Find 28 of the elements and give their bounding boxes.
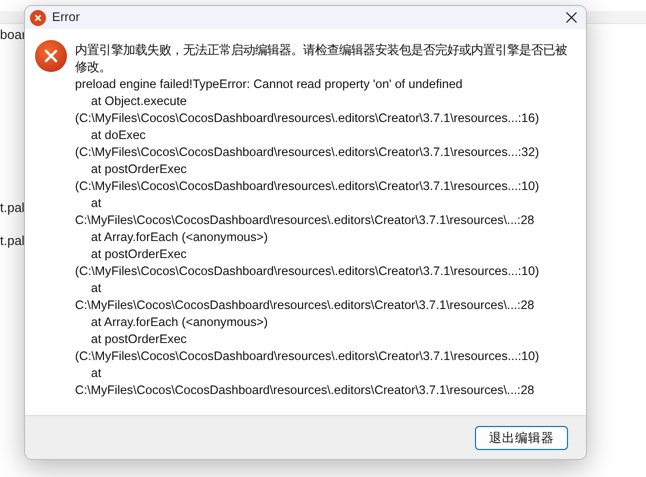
error-message: 内置引擎加载失败，无法正常启动编辑器。请检查编辑器安装包是否完好或内置引擎是否已被修改。 [75,42,568,76]
stack-trace-text: (C:\MyFiles\Cocos\CocosDashboard\resources\.editors\Creator\3.7.1\resources...:10) [75,263,540,280]
stack-trace-text: C:\MyFiles\Cocos\CocosDashboard\resources\.editors\Creator\3.7.1\resources\...:28 [75,382,536,399]
stack-trace-text: (C:\MyFiles\Cocos\CocosDashboard\resources\.editors\Creator\3.7.1\resources...:10) [75,348,540,365]
stack-frame-text: at [90,195,102,212]
background-text: t.pal [0,232,25,250]
stack-frame-text: at [90,280,102,297]
stack-frame-text: at Array.forEach (<anonymous>) [90,314,269,331]
stack-trace-text: C:\MyFiles\Cocos\CocosDashboard\resources\.editors\Creator\3.7.1\resources\...:28 [75,212,536,229]
stack-frame-text: at doExec [90,127,147,144]
exit-editor-button[interactable]: 退出编辑器 [475,426,568,450]
window-title: Error [52,9,80,26]
error-icon [30,10,46,26]
stack-trace-text: (C:\MyFiles\Cocos\CocosDashboard\resources\.editors\Creator\3.7.1\resources...:32) [75,144,540,161]
stack-trace-text: (C:\MyFiles\Cocos\CocosDashboard\resources\.editors\Creator\3.7.1\resources...:16) [75,110,540,127]
background-text: boar [0,26,26,44]
stack-trace-text: preload engine failed!TypeError: Cannot read property 'on' of undefined [75,76,464,93]
stack-frame-text: at [90,365,102,382]
close-icon [566,12,576,23]
background-text: t.pal [0,199,25,217]
stack-frame-text: at postOrderExec [90,331,188,348]
stack-frame-text: at Array.forEach (<anonymous>) [90,229,269,246]
stack-frame-text: at postOrderExec [90,161,188,178]
stack-frame-text: at Object.execute [90,93,188,110]
stack-trace-text: C:\MyFiles\Cocos\CocosDashboard\resources\.editors\Creator\3.7.1\resources\...:28 [75,297,536,314]
stack-trace-text: (C:\MyFiles\Cocos\CocosDashboard\resources\.editors\Creator\3.7.1\resources...:10) [75,178,540,195]
error-icon [35,40,67,72]
stack-frame-text: at postOrderExec [90,246,188,263]
